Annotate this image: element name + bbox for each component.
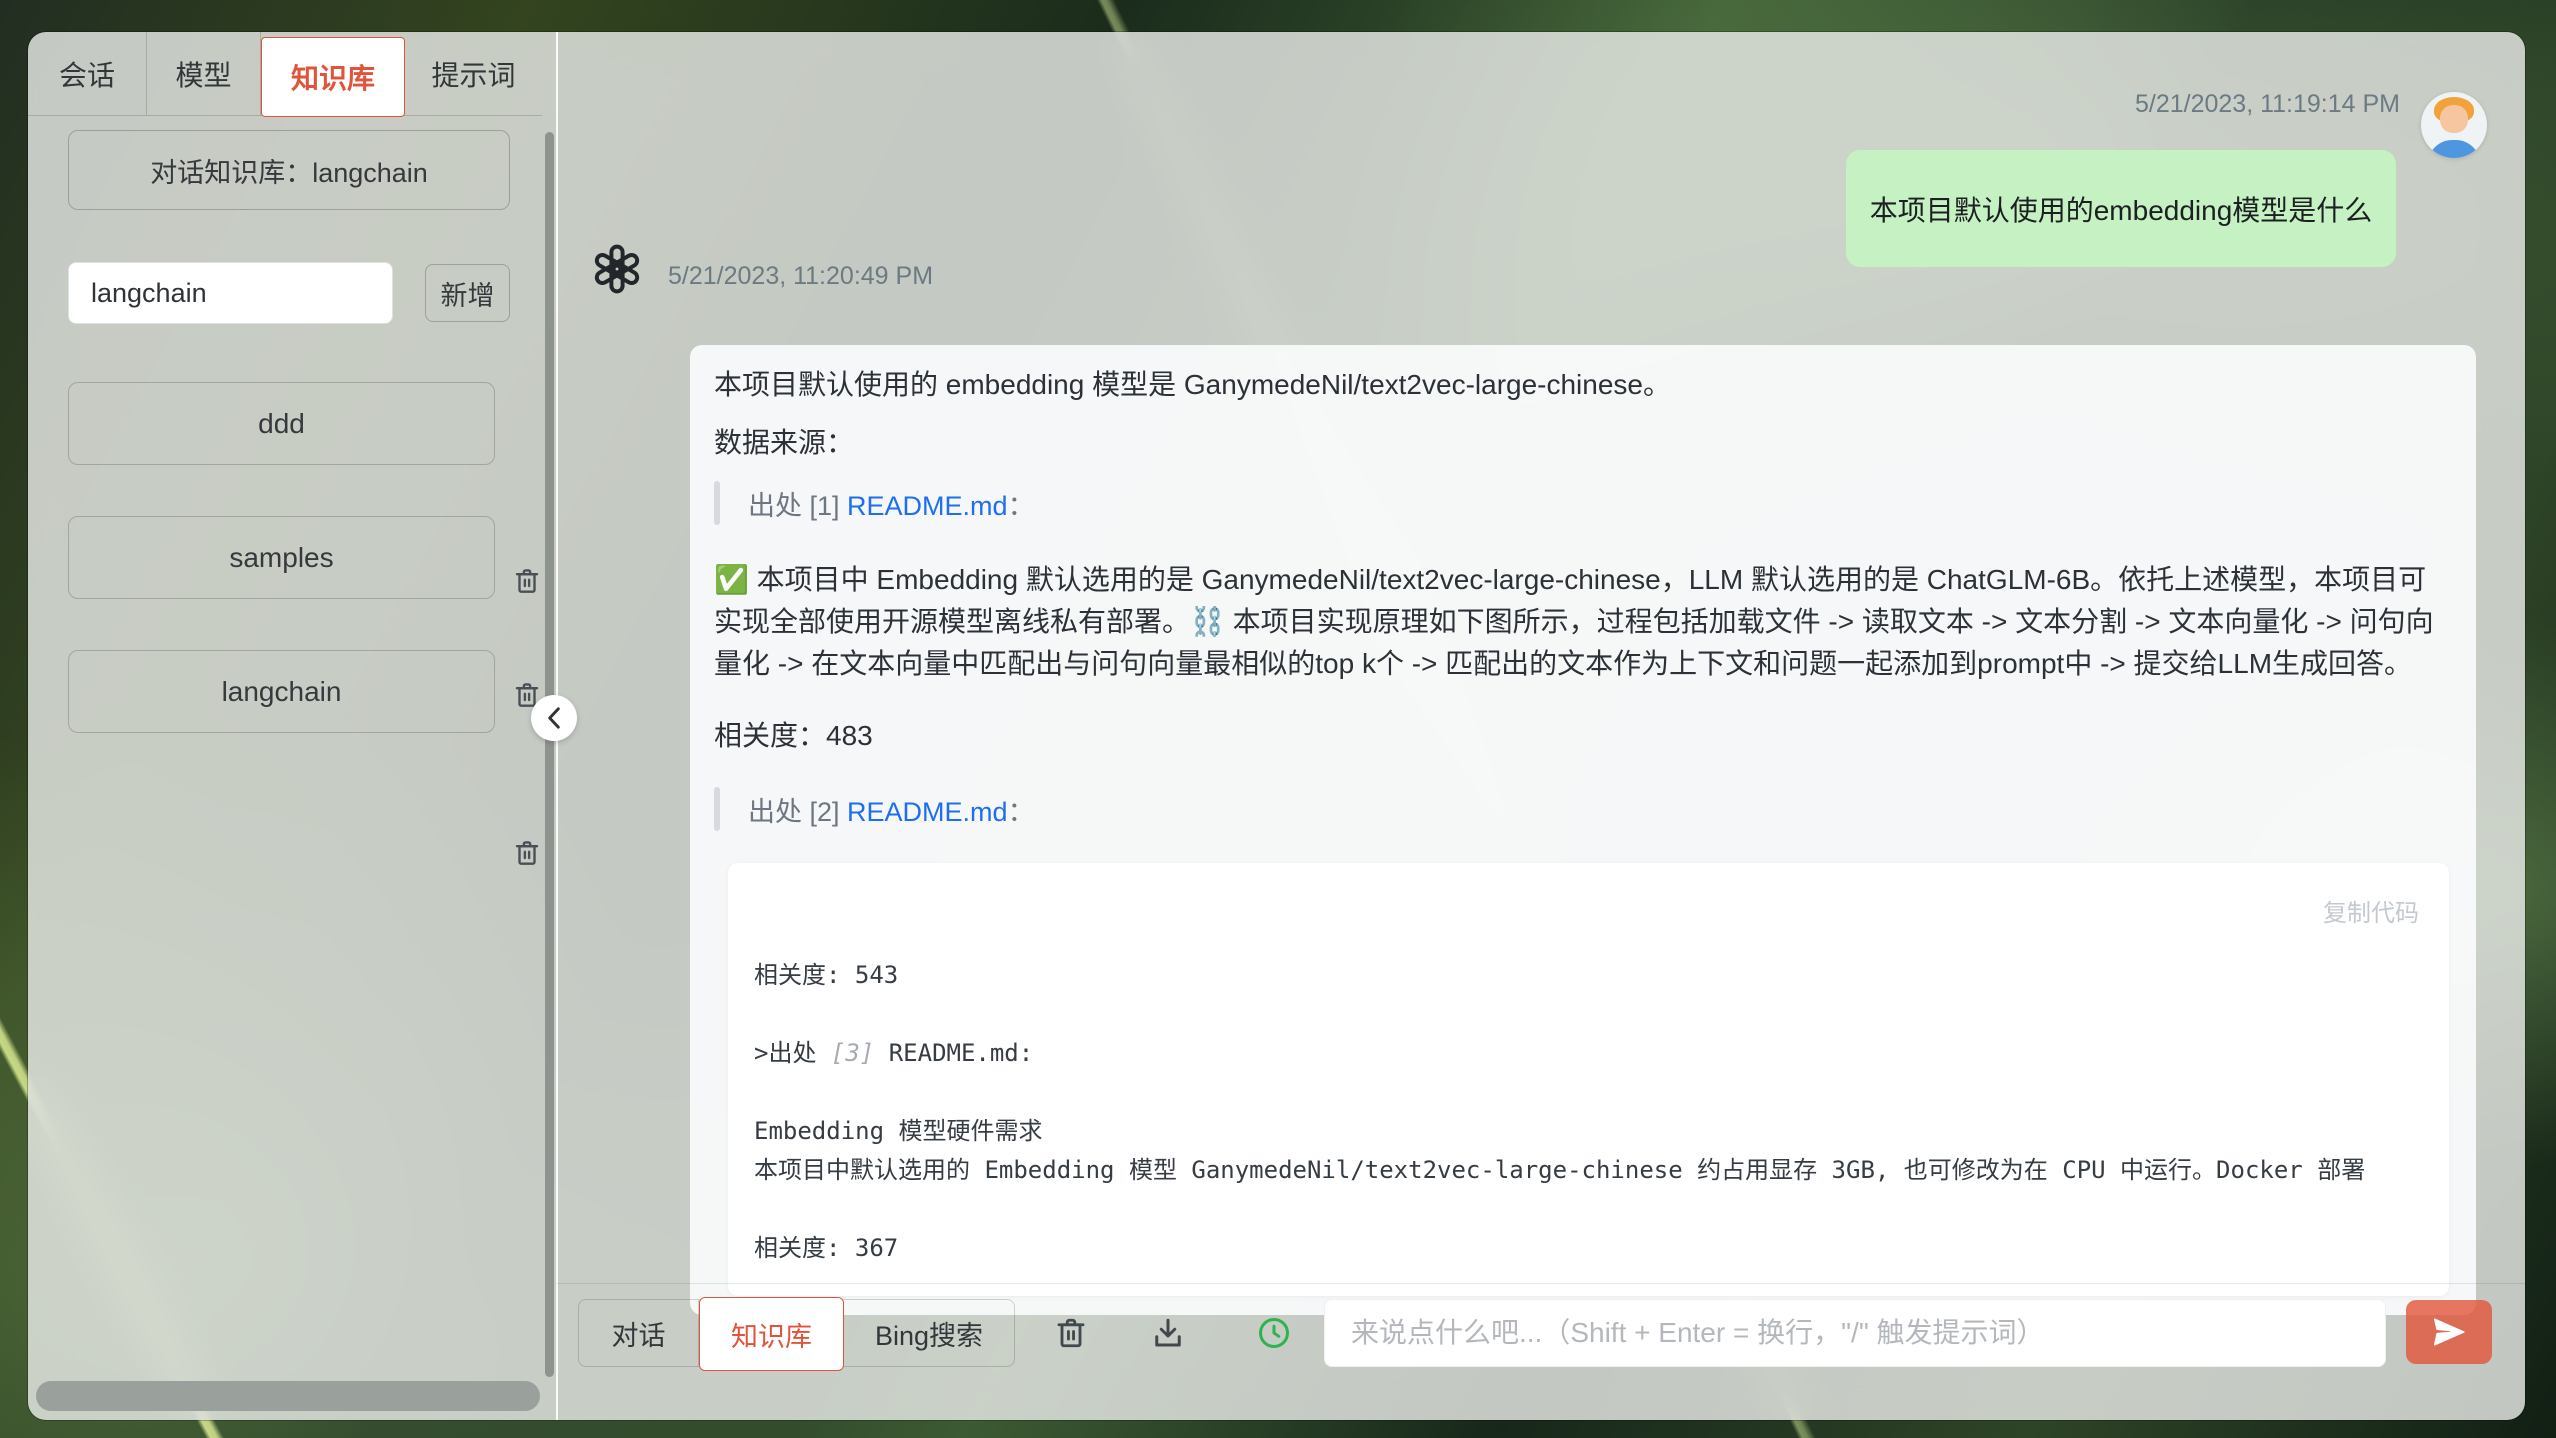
assistant-paragraph: 本项目默认使用的 embedding 模型是 GanymedeNil/text2… xyxy=(714,364,2452,406)
code-line: 本项目中默认选用的 Embedding 模型 GanymedeNil/text2… xyxy=(754,1156,2365,1184)
chevron-left-icon xyxy=(545,707,563,729)
copy-code-button[interactable]: 复制代码 xyxy=(2323,900,2419,927)
quote-bar xyxy=(714,481,720,525)
quote-prefix: 出处 [2] xyxy=(748,797,847,827)
mode-knowledge-base[interactable]: 知识库 xyxy=(699,1297,844,1371)
chat-mode-switcher: 对话 知识库 Bing搜索 xyxy=(578,1299,1015,1367)
mode-bing-search[interactable]: Bing搜索 xyxy=(844,1300,1014,1366)
assistant-paragraph: ✅ 本项目中 Embedding 默认选用的是 GanymedeNil/text… xyxy=(714,559,2452,685)
avatar-shirt xyxy=(2428,140,2480,158)
add-kb-button[interactable]: 新增 xyxy=(425,264,510,322)
code-line: README.md: xyxy=(874,1039,1033,1067)
code-ref: [3] xyxy=(831,1039,874,1067)
code-line: Embedding 模型硬件需求 xyxy=(754,1117,1043,1145)
paper-plane-icon xyxy=(2430,1313,2468,1351)
sidebar-tab-bar: 会话 模型 知识库 提示词 xyxy=(28,32,542,116)
quote-suffix: ： xyxy=(1008,491,1035,521)
code-line: 相关度: 367 xyxy=(754,1234,898,1262)
toolbar-divider xyxy=(556,1283,2525,1284)
source-quote-2: 出处 [2] README.md： xyxy=(714,787,2452,831)
relevance-score: 相关度：483 xyxy=(714,715,2452,757)
readme-link[interactable]: README.md xyxy=(847,491,1008,521)
user-avatar xyxy=(2421,92,2487,158)
tab-conversation[interactable]: 会话 xyxy=(28,32,147,115)
quote-bar xyxy=(714,787,720,831)
sidebar-horizontal-scrollbar[interactable] xyxy=(36,1381,540,1411)
download-export-icon[interactable] xyxy=(1150,1315,1186,1351)
code-line: 相关度: 543 xyxy=(754,961,898,989)
code-block: 复制代码 相关度: 543 >出处 [3] README.md: Embeddi… xyxy=(728,863,2449,1296)
source-quote-1: 出处 [1] README.md： xyxy=(714,481,2452,525)
kb-list-item-ddd[interactable]: ddd xyxy=(68,382,495,465)
app-panel: 会话 模型 知识库 提示词 对话知识库：langchain 新增 ddd sam… xyxy=(28,32,2525,1420)
avatar-face xyxy=(2440,105,2468,133)
user-message-bubble: 本项目默认使用的embedding模型是什么 xyxy=(1846,150,2396,267)
send-button[interactable] xyxy=(2406,1300,2492,1364)
trash-icon[interactable] xyxy=(512,566,542,596)
code-line: >出处 xyxy=(754,1039,831,1067)
user-message-timestamp: 5/21/2023, 11:19:14 PM xyxy=(1928,90,2400,119)
tab-model[interactable]: 模型 xyxy=(147,32,261,115)
data-source-label: 数据来源： xyxy=(714,422,2452,464)
sidebar-vertical-scrollbar[interactable] xyxy=(545,132,554,1377)
readme-link[interactable]: README.md xyxy=(847,797,1008,827)
kb-list-item-samples[interactable]: samples xyxy=(68,516,495,599)
current-knowledge-base-label: 对话知识库：langchain xyxy=(68,130,510,210)
trash-icon[interactable] xyxy=(512,838,542,868)
clock-history-icon[interactable] xyxy=(1256,1315,1292,1351)
tab-knowledge-base[interactable]: 知识库 xyxy=(261,37,405,117)
kb-name-input[interactable] xyxy=(68,262,393,324)
clear-history-trash-icon[interactable] xyxy=(1053,1315,1089,1351)
assistant-message-card: 本项目默认使用的 embedding 模型是 GanymedeNil/text2… xyxy=(690,345,2476,1315)
sidebar-collapse-button[interactable] xyxy=(531,695,577,741)
code-content: 相关度: 543 >出处 [3] README.md: Embedding 模型… xyxy=(754,956,2419,1268)
kb-list-item-langchain[interactable]: langchain xyxy=(68,650,495,733)
assistant-message-timestamp: 5/21/2023, 11:20:49 PM xyxy=(668,262,933,291)
message-input[interactable] xyxy=(1324,1299,2386,1367)
quote-prefix: 出处 [1] xyxy=(748,491,847,521)
tab-prompts[interactable]: 提示词 xyxy=(405,32,542,115)
openai-logo-icon xyxy=(592,244,642,294)
mode-dialogue[interactable]: 对话 xyxy=(579,1300,699,1366)
quote-suffix: ： xyxy=(1008,797,1035,827)
